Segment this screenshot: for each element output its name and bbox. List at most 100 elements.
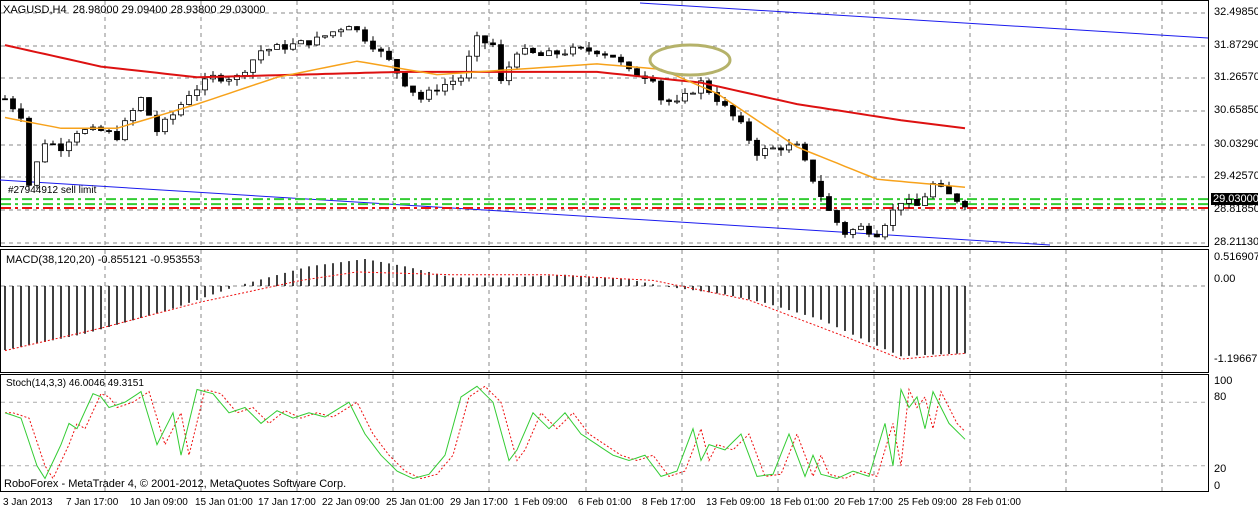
candle-body [658, 80, 664, 101]
candle-body [418, 91, 424, 100]
candle-body [466, 55, 472, 79]
time-axis-label: 6 Feb 01:00 [578, 497, 632, 508]
candle-body [866, 225, 872, 235]
order-label[interactable]: #27944912 sell limit [8, 185, 96, 196]
candle-body [674, 100, 680, 103]
price-axis-label: 29.42570 [1214, 170, 1258, 182]
candle-body [474, 35, 480, 57]
candle-body [26, 117, 32, 186]
candle-body [570, 46, 576, 55]
candle-body [754, 139, 760, 156]
macd-panel-frame [0, 249, 1209, 373]
candle-body [954, 193, 960, 202]
candle-body [146, 97, 152, 116]
candle-body [266, 48, 272, 52]
candle-body [634, 68, 640, 77]
candle-body [498, 44, 504, 82]
close-value: 29.03000 [219, 4, 266, 16]
candle-body [834, 210, 840, 223]
stoch-signal-line [5, 385, 966, 480]
candle-body [106, 130, 112, 132]
candle-body [138, 97, 144, 111]
candle-body [82, 129, 88, 134]
candle-body [546, 50, 552, 57]
time-axis-label: 1 Feb 09:00 [514, 497, 568, 508]
candle-body [194, 89, 200, 96]
candle-body [594, 50, 600, 55]
candle-body [274, 44, 280, 50]
macd-label: MACD(38,120,20) -0.855121 -0.953553 [6, 254, 200, 266]
candle-body [626, 61, 632, 70]
stoch-label: Stoch(14,3,3) 46.0046 49.3151 [6, 378, 144, 389]
stoch-axis-label: 100 [1214, 375, 1233, 387]
candle-body [890, 209, 896, 226]
candle-body [610, 54, 616, 58]
candle-body [962, 200, 968, 208]
current-price-tag: 29.03000 [1211, 193, 1258, 205]
candle-body [874, 233, 880, 238]
candle-body [298, 40, 304, 45]
candle-body [586, 47, 592, 52]
highlight-ellipse [648, 43, 732, 77]
candle-body [906, 198, 912, 204]
time-axis-label: 25 Feb 09:00 [898, 497, 957, 508]
candle-body [354, 26, 360, 31]
price-axis-label: 32.49850 [1214, 6, 1258, 18]
candle-body [578, 46, 584, 49]
candle-body [378, 48, 384, 52]
candle-body [306, 40, 312, 46]
candle-body [482, 35, 488, 44]
candle-body [458, 77, 464, 82]
candle-body [850, 229, 856, 235]
candle-body [882, 225, 888, 238]
candle-body [778, 147, 784, 151]
candle-body [242, 71, 248, 76]
time-axis-label: 8 Feb 17:00 [642, 497, 696, 508]
price-axis-label: 31.26570 [1214, 71, 1258, 83]
candle-body [538, 52, 544, 57]
candle-body [114, 131, 120, 141]
time-axis-label: 20 Feb 17:00 [834, 497, 893, 508]
high-value: 29.09400 [121, 4, 168, 16]
candle-body [530, 47, 536, 54]
candle-body [74, 133, 80, 143]
price-axis-label: 28.21130 [1214, 236, 1258, 248]
time-axis-label: 28 Feb 01:00 [962, 497, 1021, 508]
candle-body [154, 114, 160, 133]
candle-body [602, 53, 608, 56]
candle-body [282, 44, 288, 50]
time-axis-label: 13 Feb 09:00 [706, 497, 765, 508]
candle-body [786, 144, 792, 151]
candle-body [450, 80, 456, 85]
stoch-panel-frame [0, 374, 1209, 492]
candle-body [170, 114, 176, 120]
candle-body [922, 196, 928, 206]
candle-body [18, 108, 24, 119]
candle-body [810, 159, 816, 182]
candle-body [50, 143, 56, 146]
candle-body [802, 143, 808, 161]
time-axis-label: 17 Jan 17:00 [258, 497, 316, 508]
low-value: 28.93800 [170, 4, 217, 16]
candle-body [898, 202, 904, 211]
candle-body [562, 53, 568, 56]
candle-body [738, 115, 744, 123]
candle-body [290, 43, 296, 50]
candle-body [946, 185, 952, 195]
candle-body [930, 183, 936, 198]
candle-body [202, 78, 208, 91]
candle-body [722, 101, 728, 106]
candle-body [858, 225, 864, 231]
candle-body [762, 148, 768, 156]
candle-body [322, 35, 328, 38]
fast-ma-line [4, 60, 966, 189]
stoch-main-line [4, 385, 966, 480]
candle-body [490, 42, 496, 46]
price-axis-label: 30.65850 [1214, 104, 1258, 116]
footer-copyright: RoboForex - MetaTrader 4, © 2001-2012, M… [4, 478, 347, 490]
time-axis-label: 22 Jan 09:00 [322, 497, 380, 508]
candle-body [338, 29, 344, 33]
candle-body [410, 85, 416, 93]
candle-body [346, 26, 352, 31]
candle-body [730, 104, 736, 117]
